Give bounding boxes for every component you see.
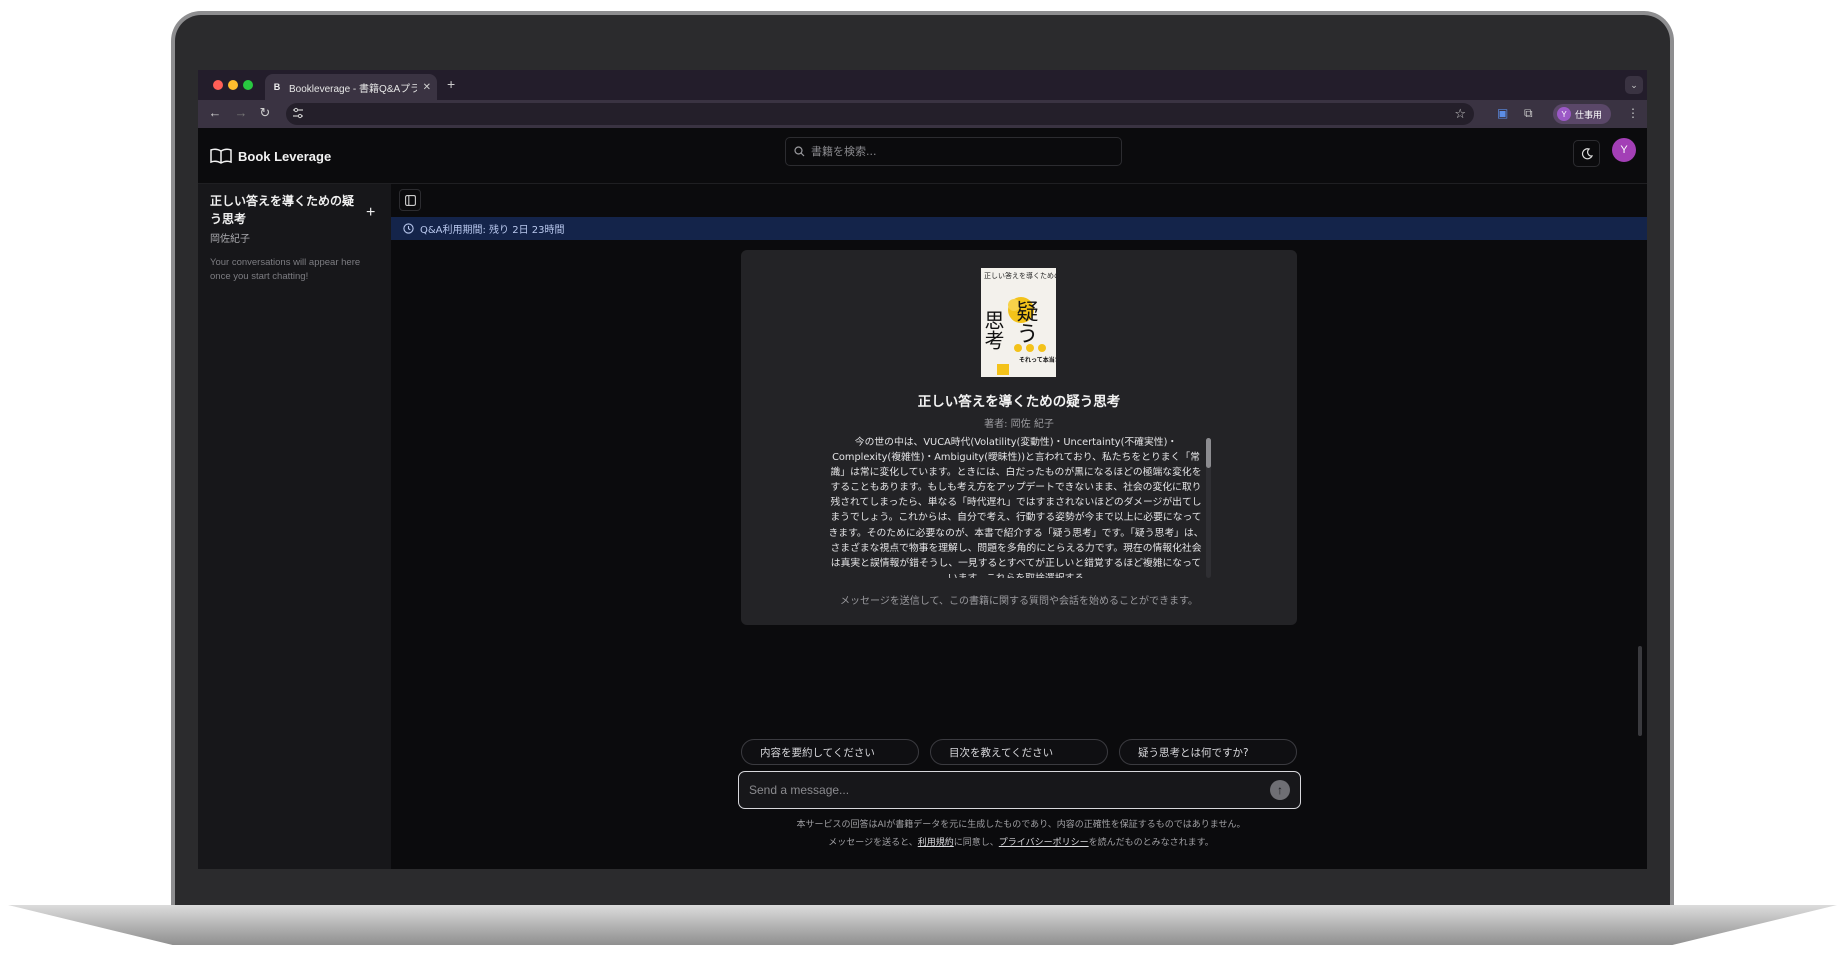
terms-link[interactable]: 利用規約 (918, 838, 954, 848)
disclaimer-suffix: を読んだものとみなされます。 (1088, 838, 1214, 848)
sidebar-book-author: 岡佐紀子 (210, 234, 250, 245)
qa-period-text: Q&A利用期間: 残り 2日 23時間 (420, 225, 565, 236)
book-author: 著者: 岡佐 紀子 (984, 419, 1054, 430)
screen-bezel-bottom (198, 869, 1647, 899)
disclaimer: 本サービスの回答はAIが書籍データを元に生成したものであり、内容の正確性を保証す… (741, 816, 1301, 852)
window-close-button[interactable] (213, 80, 223, 90)
qa-period-notice: Q&A利用期間: 残り 2日 23時間 (391, 217, 1647, 240)
start-chat-hint: メッセージを送信して、この書籍に関する質問や会話を始めることができます。 (840, 596, 1198, 607)
book-title: 正しい答えを導くための疑う思考 (917, 394, 1121, 410)
clock-icon (403, 223, 414, 234)
cover-small-title: 正しい答えを導くための (984, 271, 1056, 280)
browser-tabstrip: B Bookleverage - 書籍Q&Aプラット ✕ + ⌄ (198, 70, 1647, 100)
extensions-puzzle-icon[interactable]: ⧉ (1524, 106, 1533, 121)
book-description: 今の世の中は、VUCA時代(Volatility(変動性)・Uncertaint… (828, 437, 1204, 578)
sidebar-book-title[interactable]: 正しい答えを導くための疑う思考 (210, 192, 360, 228)
sidebar: 正しい答えを導くための疑う思考 岡佐紀子 + Your conversation… (198, 184, 391, 869)
message-input[interactable] (749, 783, 1270, 797)
app-logo[interactable]: Book Leverage (210, 148, 331, 164)
back-arrow-icon[interactable]: ← (206, 105, 224, 120)
site-settings-icon[interactable] (292, 107, 306, 121)
browser-tab-active[interactable]: B Bookleverage - 書籍Q&Aプラット ✕ (265, 74, 437, 100)
tab-search-chevron-icon[interactable]: ⌄ (1625, 76, 1643, 94)
privacy-policy-link[interactable]: プライバシーポリシー (999, 838, 1089, 848)
moon-icon (1581, 147, 1593, 159)
new-tab-button[interactable]: + (447, 76, 455, 92)
forward-arrow-icon[interactable]: → (232, 105, 250, 120)
app-name: Book Leverage (238, 148, 332, 164)
browser-toolbar: ← → ↻ ☆ ▣ ⧉ Y 仕事用 ⋮ (198, 100, 1647, 128)
sidebar-toggle-button[interactable] (399, 189, 421, 211)
bookmark-star-icon[interactable]: ☆ (1454, 106, 1466, 122)
description-scrollbar[interactable] (1206, 438, 1211, 578)
cover-tagline: それって本当? (1019, 356, 1056, 364)
cover-big-title-2: 思考 (981, 310, 1005, 350)
disclaimer-line-2: メッセージを送ると、利用規約に同意し、プライバシーポリシーを読んだものとみなされ… (741, 834, 1301, 852)
chat-main: Q&A利用期間: 残り 2日 23時間 正しい答えを導くための 疑う 思考 それ… (391, 184, 1647, 869)
suggestion-toc-button[interactable]: 目次を教えてください (930, 739, 1108, 765)
new-chat-plus-icon[interactable]: + (366, 204, 375, 222)
laptop-base (8, 905, 1837, 945)
app-header: Book Leverage Y (198, 128, 1647, 184)
profile-avatar: Y (1557, 107, 1571, 121)
disclaimer-mid: に同意し、 (953, 838, 999, 848)
book-search-box[interactable] (785, 137, 1122, 166)
window-minimize-button[interactable] (228, 80, 238, 90)
book-info-card: 正しい答えを導くための 疑う 思考 それって本当? 正しい答えを導くための疑う思… (741, 250, 1297, 625)
suggestion-summarize-button[interactable]: 内容を要約してください (741, 739, 919, 765)
panel-left-icon (404, 194, 416, 206)
disclaimer-prefix: メッセージを送ると、 (828, 838, 918, 848)
user-avatar[interactable]: Y (1612, 138, 1636, 162)
search-icon (794, 146, 805, 157)
suggestion-definition-button[interactable]: 疑う思考とは何ですか? (1119, 739, 1297, 765)
cover-big-title-1: 疑う (1013, 300, 1039, 344)
tab-favicon-icon: B (273, 82, 281, 92)
send-arrow-icon[interactable]: ↑ (1270, 780, 1290, 800)
book-cover-image: 正しい答えを導くための 疑う 思考 それって本当? (981, 268, 1056, 377)
theme-toggle-button[interactable] (1573, 140, 1600, 167)
message-composer: ↑ (738, 771, 1301, 809)
reload-icon[interactable]: ↻ (256, 105, 274, 121)
disclaimer-line-1: 本サービスの回答はAIが書籍データを元に生成したものであり、内容の正確性を保証す… (796, 820, 1246, 830)
book-description-scroll[interactable]: 今の世の中は、VUCA時代(Volatility(変動性)・Uncertaint… (826, 435, 1206, 578)
main-scrollbar[interactable] (1638, 646, 1642, 736)
description-scrollbar-thumb[interactable] (1206, 438, 1211, 468)
search-input[interactable] (811, 145, 1113, 158)
suggested-prompts: 内容を要約してください 目次を教えてください 疑う思考とは何ですか? (741, 739, 1301, 765)
window-maximize-button[interactable] (243, 80, 253, 90)
browser-menu-icon[interactable]: ⋮ (1627, 106, 1639, 120)
screen: B Bookleverage - 書籍Q&Aプラット ✕ + ⌄ ← → ↻ ☆… (198, 70, 1647, 869)
profile-label: 仕事用 (1575, 109, 1603, 120)
translate-extension-icon[interactable]: ▣ (1497, 106, 1508, 120)
open-book-icon (210, 148, 232, 164)
tab-close-icon[interactable]: ✕ (423, 82, 431, 93)
address-bar[interactable]: ☆ (286, 103, 1474, 125)
tab-title: Bookleverage - 書籍Q&Aプラット (289, 83, 417, 95)
sidebar-empty-message: Your conversations will appear here once… (210, 257, 361, 282)
browser-profile-chip[interactable]: Y 仕事用 (1553, 104, 1611, 124)
